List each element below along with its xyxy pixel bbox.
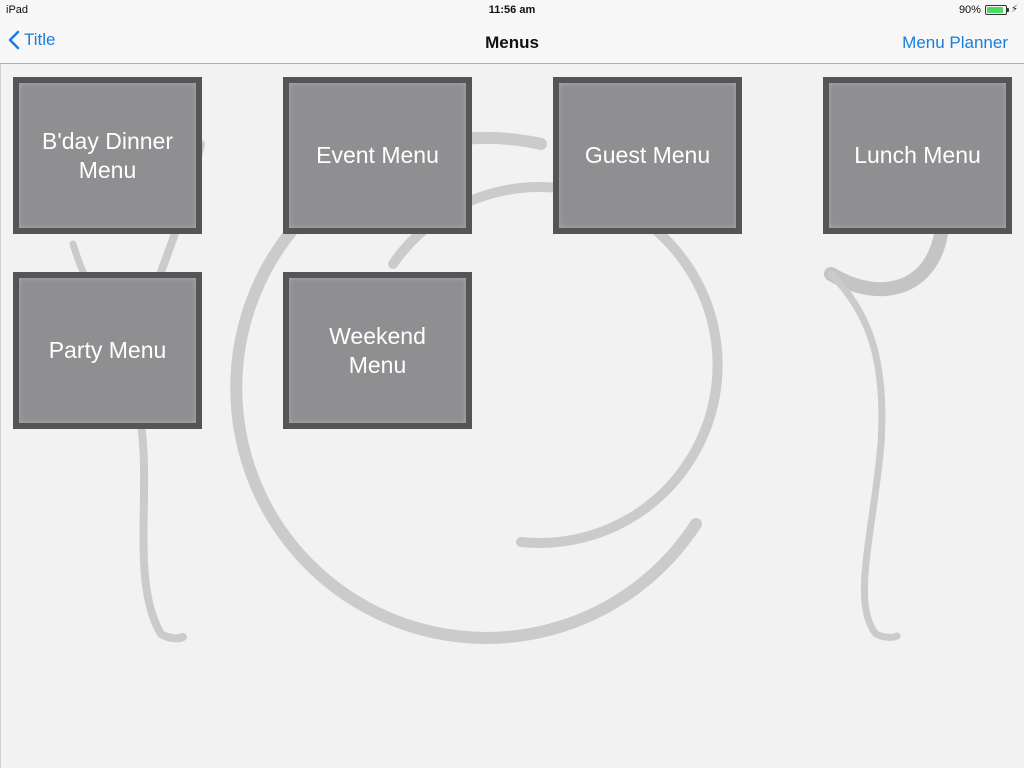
menu-tile-lunch[interactable]: Lunch Menu (823, 77, 1012, 234)
menu-tile-bday-dinner[interactable]: B'day Dinner Menu (13, 77, 202, 234)
menu-tile-party[interactable]: Party Menu (13, 272, 202, 429)
menu-planner-button[interactable]: Menu Planner (902, 33, 1008, 53)
menu-tile-weekend[interactable]: Weekend Menu (283, 272, 472, 429)
status-time: 11:56 am (488, 4, 536, 16)
battery-fill (986, 7, 1004, 13)
battery-icon (984, 5, 1009, 15)
menus-content: B'day Dinner Menu Event Menu Guest Menu … (0, 64, 1024, 768)
navigation-bar: Title Menus Menu Planner (0, 22, 1024, 64)
battery-indicator: 90% ⚡ (959, 4, 1018, 16)
status-bar: iPad 11:56 am 90% ⚡ (0, 0, 1024, 22)
page-title: Menus (485, 33, 539, 52)
battery-percent: 90% (958, 4, 981, 16)
charging-icon: ⚡ (1010, 4, 1018, 15)
menu-tile-event[interactable]: Event Menu (283, 77, 472, 234)
menu-tile-guest[interactable]: Guest Menu (553, 77, 742, 234)
